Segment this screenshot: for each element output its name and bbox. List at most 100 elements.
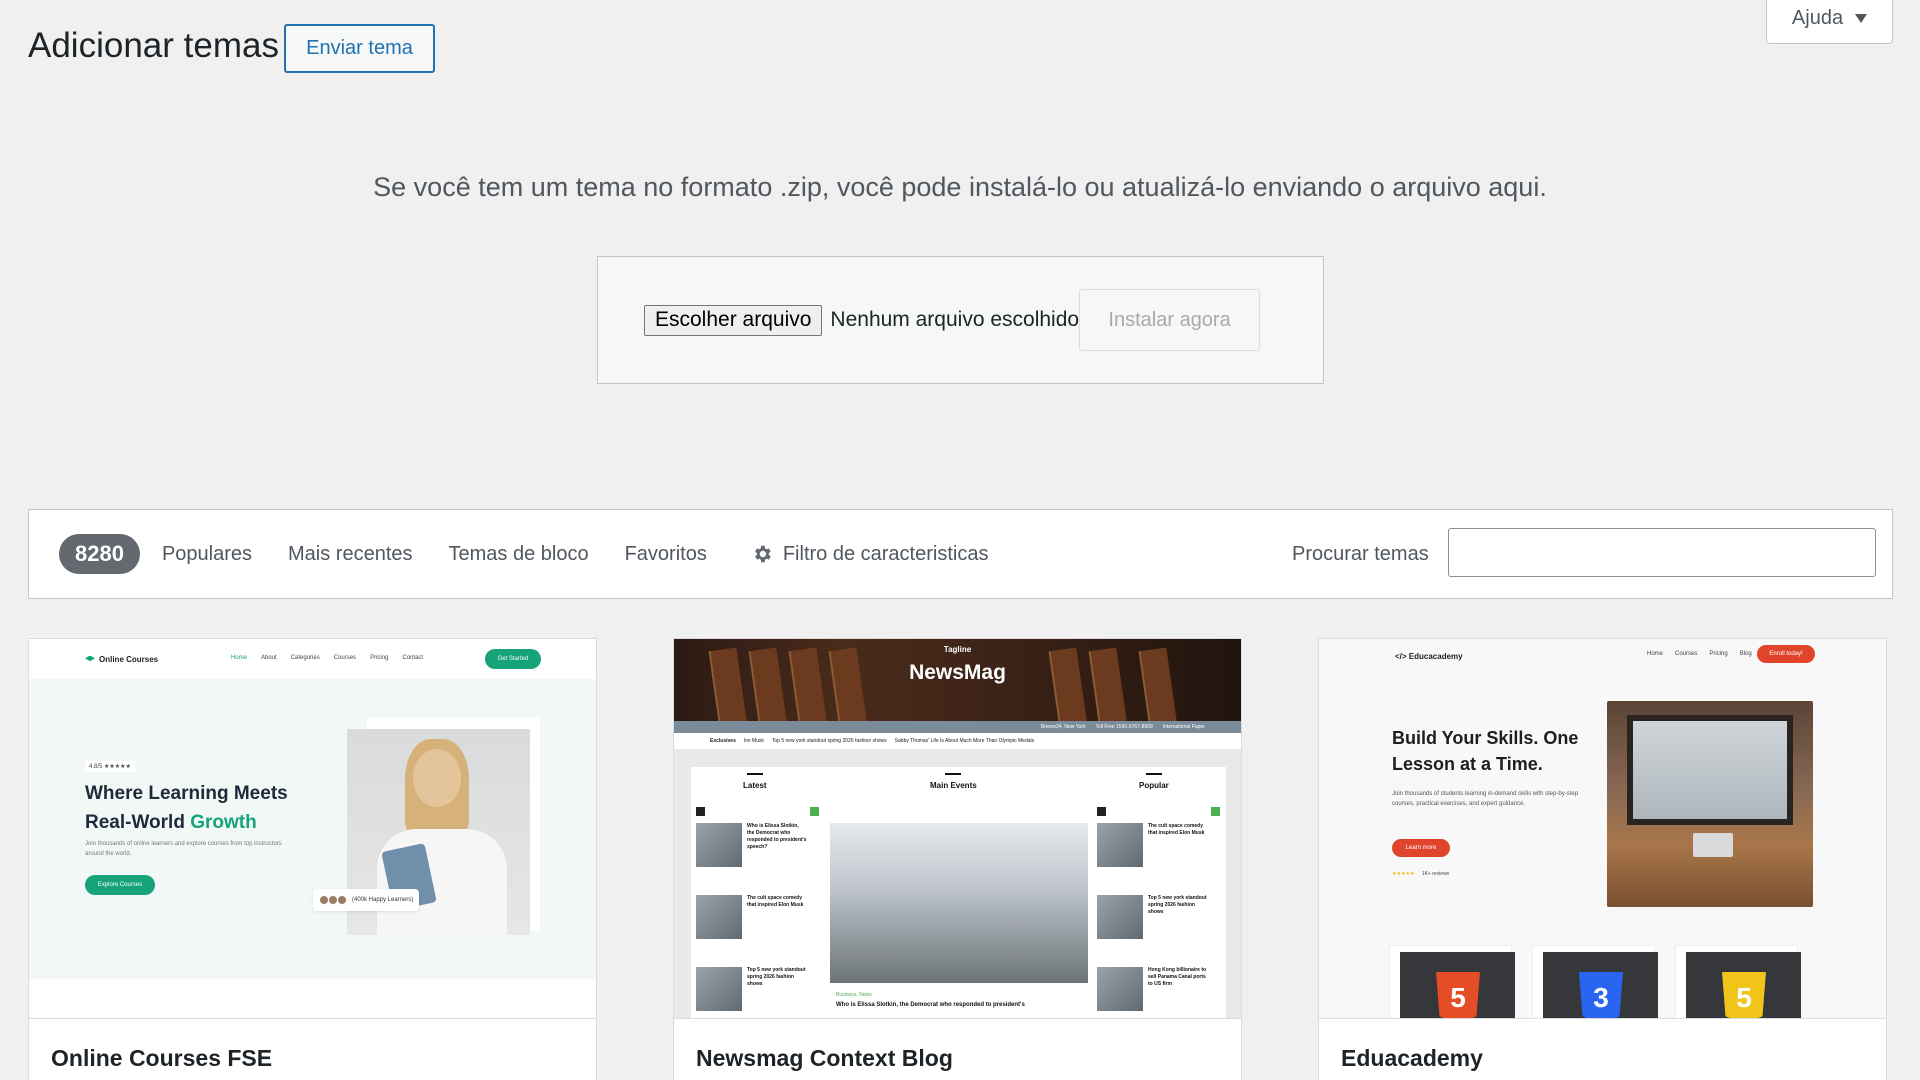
css3-card: 3 [1532, 945, 1658, 1018]
theme-count-badge: 8280 [59, 534, 140, 574]
preview-nav-links: Home About Categories Courses Pricing Co… [231, 655, 423, 661]
theme-card[interactable]: </> Educacademy Home Courses Pricing Blo… [1318, 638, 1887, 1080]
hero-book [708, 647, 748, 731]
theme-screenshot[interactable]: Tagline NewsMag Bnews24, New York Toll F… [674, 639, 1241, 1018]
preview-heading: Build Your Skills. One Lesson at a Time. [1392, 728, 1579, 774]
main-event-caption: Who is Elissa Slotkin, the Democrat who … [836, 1002, 1025, 1008]
preview-tagline: Tagline [943, 645, 972, 654]
hero-book [1088, 647, 1128, 731]
preview-heading-line: Real-World [85, 812, 191, 833]
news-headline: Who is Elissa Slotkin, the Democrat who … [747, 823, 807, 850]
search-label: Procurar temas [1292, 542, 1429, 565]
column-title: Main Events [930, 781, 977, 790]
preview-content: Latest Main Events Popular Who is Elissa… [691, 767, 1226, 1018]
news-thumbnail [696, 967, 742, 1011]
main-event-image [830, 823, 1088, 983]
preview-brand: NewsMag [909, 661, 1006, 684]
preview-topbar: Bnews24, New York Toll Free 1560-6767-89… [674, 721, 1241, 733]
ticker-item: Sabby Thomas' Life Is About Much More Th… [894, 738, 1035, 744]
upload-description: Se você tem um tema no formato .zip, voc… [373, 172, 1547, 202]
preview-nav-links: Home Courses Pricing Blog [1647, 651, 1752, 657]
arrow-icon [810, 807, 819, 816]
theme-screenshot[interactable]: Online Courses Home About Categories Cou… [29, 639, 596, 1018]
theme-filter-bar: 8280 Populares Mais recentes Temas de bl… [28, 509, 1893, 599]
tech-card-bg: 5 [1400, 952, 1515, 1018]
install-now-button[interactable]: Instalar agora [1079, 289, 1261, 351]
html5-icon: 5 [1436, 972, 1480, 1018]
preview-paragraph: Join thousands of students learning in-d… [1392, 791, 1579, 807]
main-event-category: Business, News [836, 992, 872, 998]
preview-nav-item: Courses [333, 655, 357, 661]
preview-nav-item: Courses [1675, 651, 1698, 657]
css3-icon: 3 [1579, 972, 1623, 1018]
theme-name[interactable]: Eduacademy [1319, 1018, 1886, 1080]
feature-filter-button[interactable]: Filtro de caracteristicas [751, 542, 989, 566]
preview-nav-item: Contact [402, 655, 424, 661]
help-button[interactable]: Ajuda [1766, 0, 1893, 44]
ticker-item: Top 5 new york standout spring 2026 fash… [771, 738, 887, 744]
tech-card-bg: 3 [1543, 952, 1658, 1018]
preview-nav-item: Blog [1739, 651, 1752, 657]
preview-reviews-text: 1K+ reviews [1421, 871, 1450, 877]
preview-logo-text: Online Courses [99, 654, 159, 664]
gear-icon [754, 545, 771, 563]
avatar [337, 895, 347, 905]
caret-down-icon [1855, 14, 1868, 23]
preview-heading-highlight: Growth [190, 812, 257, 833]
theme-screenshot[interactable]: </> Educacademy Home Courses Pricing Blo… [1319, 639, 1886, 1018]
upload-form: Escolher arquivo Nenhum arquivo escolhid… [597, 256, 1324, 384]
page-title: Adicionar temas [28, 26, 279, 65]
preview-nav-item: Pricing [1709, 651, 1728, 657]
tab-block-themes[interactable]: Temas de bloco [449, 543, 589, 566]
theme-name[interactable]: Newsmag Context Blog [674, 1018, 1241, 1080]
tab-latest[interactable]: Mais recentes [288, 543, 413, 566]
photo-window [1627, 715, 1793, 825]
theme-card[interactable]: Online Courses Home About Categories Cou… [28, 638, 597, 1080]
theme-name[interactable]: Online Courses FSE [29, 1018, 596, 1080]
preview-nav-item: About [261, 655, 277, 661]
news-headline: The cult space comedy that inspired Elon… [1148, 823, 1205, 836]
preview-rating: 4.8/5 ★★★★★ [85, 761, 135, 772]
preview-photo [1607, 701, 1813, 907]
ticker-label: Exclusives [710, 738, 736, 744]
topbar-item: International Paper [1162, 724, 1205, 730]
choose-file-button[interactable]: Escolher arquivo [644, 304, 823, 336]
tab-favorites[interactable]: Favoritos [625, 543, 707, 566]
news-headline: The cult space comedy that inspired Elon… [747, 895, 804, 908]
hero-book [828, 647, 868, 731]
preview-logo: Online Courses [85, 655, 158, 664]
preview-logo: </> Educacademy [1395, 651, 1463, 661]
feature-filter-label: Filtro de caracteristicas [782, 542, 989, 565]
news-thumbnail [1097, 895, 1143, 939]
arrow-icon [1097, 807, 1106, 816]
file-status: Nenhum arquivo escolhido [830, 308, 1080, 331]
preview-reviews: ★★★★★ 1K+ reviews [1392, 871, 1449, 877]
arrow-icon [696, 807, 705, 816]
news-thumbnail [696, 823, 742, 867]
hero-book [788, 647, 828, 731]
preview-learners-badge: (400k Happy Learners) [313, 889, 420, 911]
column-title: Popular [1139, 781, 1169, 790]
preview-nav-item: Home [1647, 651, 1664, 657]
topbar-item: Bnews24, New York [1040, 724, 1086, 730]
search-themes-input[interactable] [1448, 528, 1876, 577]
news-thumbnail [1097, 823, 1143, 867]
preview-cta: Get Started [485, 649, 541, 669]
topbar-item: Toll Free 1560-6767-8909 [1095, 724, 1153, 730]
news-thumbnail [696, 895, 742, 939]
preview-nav-item: Home [231, 655, 248, 661]
preview-button: Learn more [1392, 839, 1450, 857]
graduation-cap-icon [85, 655, 95, 662]
preview-hero: Tagline NewsMag [674, 639, 1241, 731]
hero-book [748, 647, 788, 731]
news-headline: Top 5 new york standout spring 2026 fash… [747, 967, 806, 987]
preview-nav-item: Categories [290, 655, 320, 661]
theme-card[interactable]: Tagline NewsMag Bnews24, New York Toll F… [673, 638, 1242, 1080]
preview-cta: Enroll today! [1757, 645, 1815, 663]
news-headline: Top 5 new york standout spring 2026 fash… [1148, 895, 1207, 915]
tab-popular[interactable]: Populares [162, 543, 252, 566]
upload-theme-button[interactable]: Enviar tema [284, 24, 435, 73]
preview-footer-strip [29, 979, 596, 1018]
ticker-item: lon Musk [743, 738, 764, 744]
js-card: 5 [1675, 945, 1801, 1018]
